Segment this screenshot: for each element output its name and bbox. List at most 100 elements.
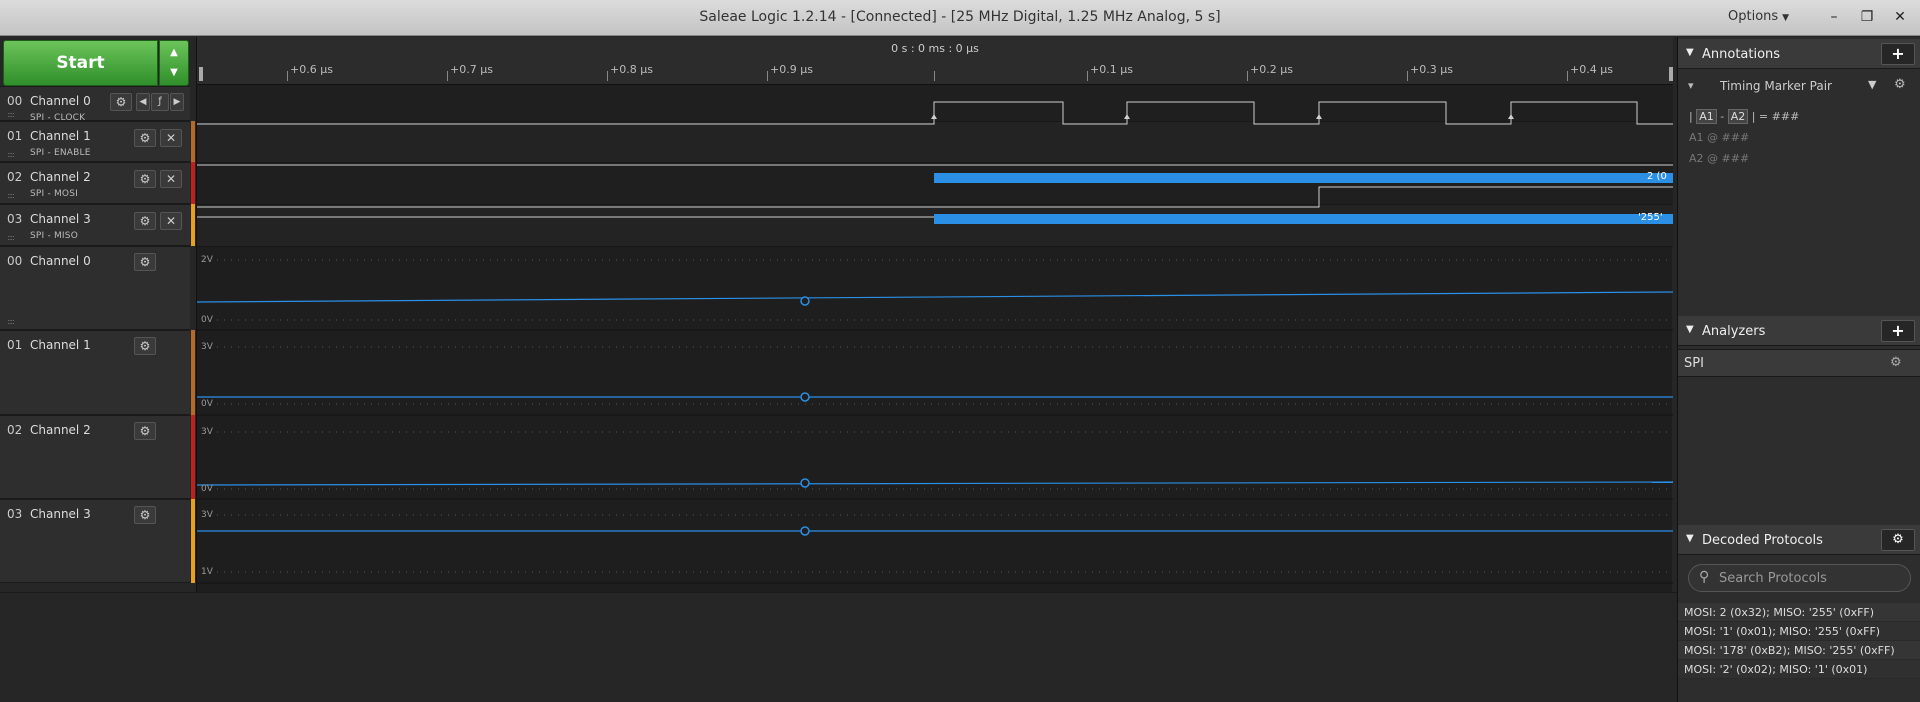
channel-number: 03	[7, 212, 23, 226]
drag-handle-icon[interactable]: ::::	[7, 233, 15, 242]
delta-value: | = ###	[1751, 110, 1800, 123]
marker-pair-label: Timing Marker Pair	[1720, 79, 1832, 93]
channel-name[interactable]: Channel 2	[30, 170, 91, 184]
gear-icon[interactable]: ⚙	[1881, 529, 1915, 551]
mosi-decode-text: 2 (0	[1647, 171, 1667, 182]
analog-trace-0	[197, 291, 1673, 303]
channel-name[interactable]: Channel 3	[30, 212, 91, 226]
channel-subtitle: SPI - ENABLE	[30, 148, 91, 158]
gear-icon[interactable]: ⚙	[1894, 77, 1906, 92]
start-button[interactable]: Start	[3, 40, 158, 86]
gear-icon[interactable]: ⚙	[134, 506, 156, 524]
section-title: Decoded Protocols	[1702, 533, 1823, 548]
analyzers-header[interactable]: ▼ Analyzers +	[1678, 316, 1920, 346]
drag-handle-icon[interactable]: ::::	[7, 110, 15, 119]
voltage-label: 0V	[201, 315, 213, 325]
arrow-down-icon: ▼	[170, 67, 178, 78]
channel-row-digital-3[interactable]: 03 Channel 3 SPI - MISO :::: ⚙ ✕	[0, 204, 190, 246]
channel-name[interactable]: Channel 0	[30, 254, 91, 268]
channel-name[interactable]: Channel 1	[30, 338, 91, 352]
miso-decode-bubble	[934, 214, 1673, 224]
analyzer-item-spi[interactable]: SPI ⚙	[1678, 349, 1920, 377]
channel-row-analog-0[interactable]: 00 Channel 0 :::: ⚙	[0, 246, 190, 330]
channel-panel: Start ▲ ▼ 00 Channel 0 SPI - CLOCK :::: …	[0, 37, 196, 592]
marker-a1-line: A1 @ ###	[1689, 131, 1750, 144]
prev-edge-button[interactable]: ◀	[136, 93, 150, 111]
list-item[interactable]: MOSI: '178' (0xB2); MISO: '255' (0xFF)	[1678, 641, 1920, 660]
gear-icon[interactable]: ⚙	[134, 337, 156, 355]
search-input[interactable]	[1719, 569, 1899, 587]
minimize-button[interactable]: –	[1822, 5, 1846, 29]
marker-a2-badge[interactable]: A2	[1727, 109, 1749, 124]
channel-row-digital-1[interactable]: 01 Channel 1 SPI - ENABLE :::: ⚙ ✕	[0, 121, 190, 162]
decoded-protocols-header[interactable]: ▼ Decoded Protocols ⚙	[1678, 525, 1920, 555]
close-button[interactable]: ✕	[1888, 5, 1912, 29]
drag-handle-icon[interactable]: ::::	[7, 150, 15, 159]
channel-subtitle: SPI - MOSI	[30, 189, 78, 199]
channel-name[interactable]: Channel 3	[30, 507, 91, 521]
gear-icon[interactable]: ⚙	[134, 170, 156, 188]
maximize-button[interactable]: ❐	[1855, 5, 1879, 29]
channel-color-stripe	[191, 499, 195, 583]
channel-number: 00	[7, 254, 23, 268]
trigger-edge-icon[interactable]: ƒ	[151, 93, 169, 111]
analyzer-label: SPI	[1684, 356, 1704, 371]
analog-sample-marker	[800, 296, 810, 306]
gear-icon[interactable]: ⚙	[110, 93, 132, 111]
channel-name[interactable]: Channel 2	[30, 423, 91, 437]
voltage-label: 0V	[201, 484, 213, 494]
gear-icon[interactable]: ⚙	[134, 212, 156, 230]
options-menu-button[interactable]: Options ▼	[1728, 9, 1789, 24]
channel-color-stripe	[191, 162, 195, 204]
gear-icon[interactable]: ⚙	[134, 422, 156, 440]
add-annotation-button[interactable]: +	[1881, 43, 1915, 65]
close-icon[interactable]: ✕	[160, 212, 182, 230]
next-edge-button[interactable]: ▶	[170, 93, 184, 111]
gear-icon[interactable]: ⚙	[1890, 355, 1902, 370]
marker-a1-badge[interactable]: A1	[1696, 109, 1717, 124]
gear-icon[interactable]: ⚙	[134, 129, 156, 147]
collapse-triangle-icon[interactable]: ▼	[1686, 324, 1694, 335]
collapse-triangle-icon[interactable]: ▼	[1686, 533, 1694, 544]
channel-name[interactable]: Channel 1	[30, 129, 91, 143]
add-analyzer-button[interactable]: +	[1881, 320, 1915, 342]
pin-icon[interactable]: ▾	[1688, 79, 1694, 92]
voltage-label: 0V	[201, 399, 213, 409]
channel-name[interactable]: Channel 0	[30, 94, 91, 108]
start-options-button[interactable]: ▲ ▼	[159, 40, 189, 86]
waveform-canvas	[197, 86, 1673, 584]
channel-number: 02	[7, 170, 23, 184]
channel-number: 01	[7, 129, 23, 143]
channel-color-stripe	[191, 330, 195, 415]
list-item[interactable]: MOSI: 2 (0x32); MISO: '255' (0xFF)	[1678, 603, 1920, 622]
channel-color-stripe	[191, 204, 195, 246]
drag-handle-icon[interactable]: ::::	[7, 191, 15, 200]
close-icon[interactable]: ✕	[160, 129, 182, 147]
annotations-header[interactable]: ▼ Annotations +	[1678, 39, 1920, 69]
channel-number: 02	[7, 423, 23, 437]
channel-row-analog-2[interactable]: 02 Channel 2 ⚙	[0, 415, 190, 499]
close-icon[interactable]: ✕	[160, 170, 182, 188]
waveform-view[interactable]: 0 s : 0 ms : 0 µs +0.6 µs +0.7 µs +0.8 µ…	[196, 37, 1673, 592]
channel-row-analog-1[interactable]: 01 Channel 1 ⚙	[0, 330, 190, 415]
collapse-triangle-icon[interactable]: ▼	[1686, 47, 1694, 58]
list-item[interactable]: MOSI: '1' (0x01); MISO: '255' (0xFF)	[1678, 622, 1920, 641]
analog-sample-marker	[800, 478, 810, 488]
list-item[interactable]: MOSI: '2' (0x02); MISO: '1' (0x01)	[1678, 660, 1920, 679]
section-title: Annotations	[1702, 47, 1781, 62]
marker-a2-line: A2 @ ###	[1689, 152, 1750, 165]
gear-icon[interactable]: ⚙	[134, 253, 156, 271]
decoded-protocol-list: MOSI: 2 (0x32); MISO: '255' (0xFF) MOSI:…	[1678, 603, 1920, 679]
timing-marker-pair-row[interactable]: ▾ Timing Marker Pair ▼ ⚙	[1682, 71, 1917, 101]
drag-handle-icon[interactable]: ::::	[7, 317, 15, 326]
arrow-up-icon: ▲	[170, 47, 178, 58]
channel-color-stripe	[191, 415, 195, 499]
voltage-label: 3V	[201, 510, 213, 520]
chevron-down-icon[interactable]: ▼	[1868, 78, 1876, 91]
search-protocols[interactable]: ⚲	[1688, 564, 1911, 592]
channel-row-digital-2[interactable]: 02 Channel 2 SPI - MOSI :::: ⚙ ✕	[0, 162, 190, 204]
section-title: Analyzers	[1702, 324, 1766, 339]
marker-delta-line: | A1 - A2 | = ###	[1689, 109, 1800, 124]
channel-row-analog-3[interactable]: 03 Channel 3 ⚙	[0, 499, 190, 583]
channel-row-digital-0[interactable]: 00 Channel 0 SPI - CLOCK :::: ⚙ ◀ ƒ ▶	[0, 86, 190, 123]
